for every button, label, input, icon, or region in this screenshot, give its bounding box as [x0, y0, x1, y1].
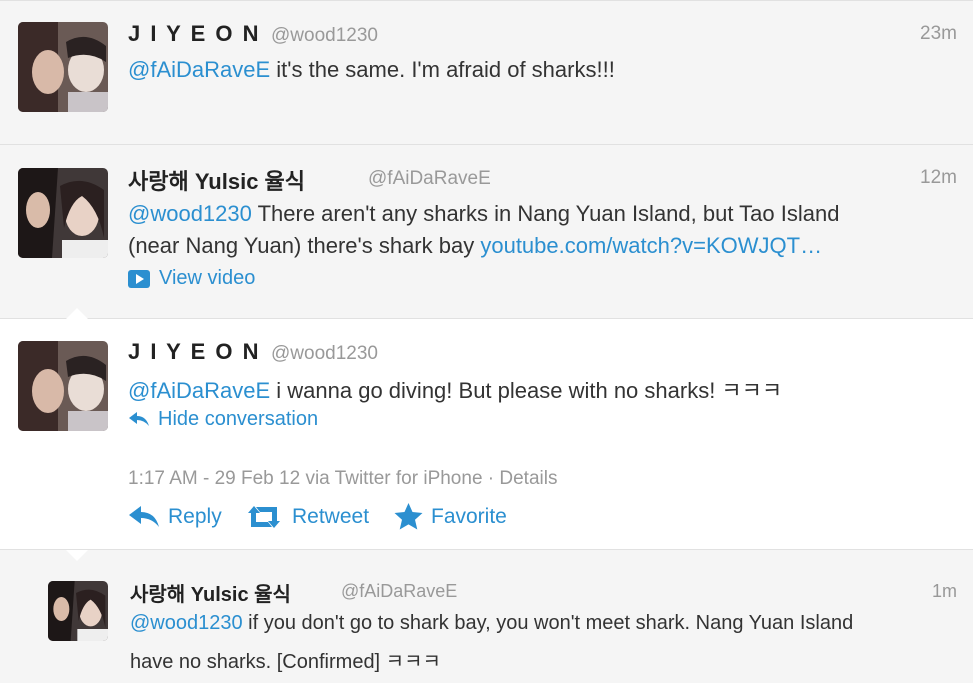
tweet-link[interactable]: youtube.com/watch?v=KOWJQT…	[480, 233, 822, 258]
tweet-meta-details[interactable]: 1:17 AM - 29 Feb 12 via Twitter for iPho…	[128, 468, 557, 490]
retweet-button[interactable]: Retweet	[246, 505, 369, 529]
favorite-star-icon	[394, 503, 423, 530]
favorite-button[interactable]: Favorite	[394, 503, 507, 530]
avatar-image	[18, 341, 108, 431]
avatar-image	[18, 168, 108, 258]
tweet-text-line-2: (near Nang Yuan) there's shark bay youtu…	[128, 233, 822, 259]
tweet-author-name[interactable]: J I Y E O N	[128, 339, 260, 365]
tweet-text-body: it's the same. I'm afraid of sharks!!!	[270, 57, 615, 82]
tweet-text-body: i wanna go diving! But please with no sh…	[270, 378, 783, 403]
tweet-mention[interactable]: @fAiDaRaveE	[128, 378, 270, 403]
view-video-button[interactable]: View video	[128, 267, 255, 290]
hide-conversation-button[interactable]: Hide conversation	[128, 408, 318, 431]
tweet-mention[interactable]: @wood1230	[128, 201, 252, 226]
tweet-timestamp[interactable]: 1m	[932, 581, 957, 602]
tweet-text-body: There aren't any sharks in Nang Yuan Isl…	[251, 201, 840, 226]
tweet-author-handle[interactable]: @fAiDaRaveE	[368, 168, 491, 190]
avatar-yulsic[interactable]	[18, 168, 108, 258]
avatar-jiyeon[interactable]	[18, 341, 108, 431]
tweet-text-line-1: @wood1230 if you don't go to shark bay, …	[130, 612, 853, 635]
hide-conversation-icon	[129, 411, 149, 426]
tweet-author-name[interactable]: 사랑해 Yulsic 율식	[130, 578, 291, 607]
tweet-1[interactable]: J I Y E O N @wood1230 23m @fAiDaRaveE it…	[0, 0, 973, 144]
reply-label: Reply	[168, 505, 222, 528]
tweet-text-line-2: have no sharks. [Confirmed] ㅋㅋㅋ	[130, 651, 441, 673]
tweet-author-name[interactable]: J I Y E O N	[128, 21, 260, 47]
tweet-timestamp[interactable]: 23m	[920, 23, 957, 45]
tweet-author-handle[interactable]: @wood1230	[271, 25, 378, 47]
tweet-text: @fAiDaRaveE it's the same. I'm afraid of…	[128, 57, 615, 83]
tweet-mention[interactable]: @wood1230	[130, 612, 243, 634]
view-video-label: View video	[159, 267, 256, 289]
tweet-text-body: if you don't go to shark bay, you won't …	[242, 612, 854, 634]
tweet-2[interactable]: 사랑해 Yulsic 율식 @fAiDaRaveE 12m @wood1230 …	[0, 144, 973, 318]
tweet-3-expanded[interactable]: J I Y E O N @wood1230 @fAiDaRaveE i wann…	[0, 308, 973, 549]
retweet-icon	[248, 506, 280, 528]
avatar-jiyeon[interactable]	[18, 22, 108, 112]
avatar-yulsic[interactable]	[48, 581, 108, 641]
conversation-caret	[66, 550, 88, 561]
hide-conversation-label: Hide conversation	[158, 408, 319, 430]
tweet-4-reply[interactable]: 사랑해 Yulsic 율식 @fAiDaRaveE 1m @wood1230 i…	[0, 549, 973, 683]
tweet-author-handle[interactable]: @wood1230	[271, 343, 378, 365]
reply-icon	[129, 506, 159, 527]
avatar-image	[18, 22, 108, 112]
conversation-caret	[66, 308, 88, 319]
video-play-icon	[128, 269, 150, 288]
tweet-author-name[interactable]: 사랑해 Yulsic 율식	[128, 164, 305, 196]
tweet-text-line-1: @wood1230 There aren't any sharks in Nan…	[128, 201, 839, 227]
retweet-label: Retweet	[292, 505, 370, 528]
tweet-text: @fAiDaRaveE i wanna go diving! But pleas…	[128, 373, 782, 405]
tweet-text-body-2: (near Nang Yuan) there's shark bay	[128, 233, 481, 258]
reply-button[interactable]: Reply	[128, 505, 222, 529]
tweet-mention[interactable]: @fAiDaRaveE	[128, 57, 270, 82]
favorite-label: Favorite	[431, 504, 507, 528]
tweet-author-handle[interactable]: @fAiDaRaveE	[341, 581, 457, 602]
tweet-timestamp[interactable]: 12m	[920, 167, 957, 189]
avatar-image	[48, 581, 108, 641]
